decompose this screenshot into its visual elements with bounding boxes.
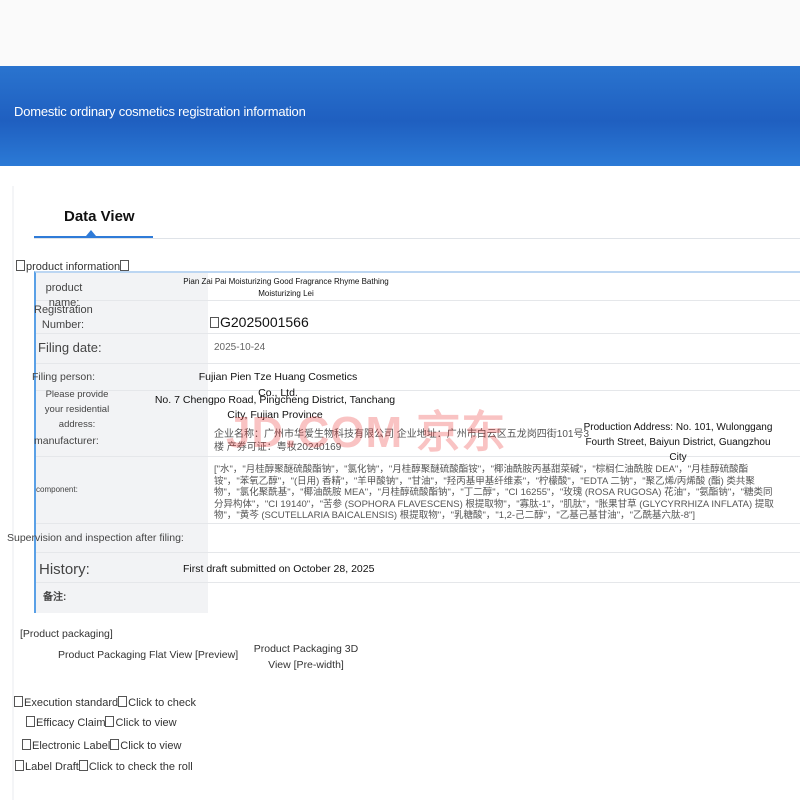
efficacy-claim-row: Efficacy Claim Click to view bbox=[26, 716, 177, 729]
header-banner: Domestic ordinary cosmetics registration… bbox=[0, 66, 800, 166]
tab-caret-icon bbox=[86, 230, 96, 236]
product-packaging-section: [Product packaging] bbox=[20, 628, 113, 640]
execution-standard-row: Execution standard Click to check bbox=[14, 696, 196, 709]
page-title: Domestic ordinary cosmetics registration… bbox=[14, 104, 306, 119]
row-divider bbox=[36, 300, 800, 301]
component-value: ["水"，"月桂醇聚醚硫酸酯钠"，"氯化钠"，"月桂醇聚醚硫酸酯铵"，"椰油酰胺… bbox=[214, 464, 774, 521]
bracket-icon bbox=[22, 739, 31, 750]
bracket-icon bbox=[105, 716, 115, 727]
row-divider bbox=[36, 523, 800, 524]
row-divider bbox=[36, 390, 800, 391]
label-draft-row: Label Draft Click to check the roll bbox=[15, 760, 193, 773]
unrendered-glyph-icon bbox=[210, 317, 219, 328]
remarks-label: 备注: bbox=[43, 592, 67, 603]
registration-number-label: Registration Number: bbox=[34, 304, 93, 331]
packaging-3d-view-link[interactable]: Product Packaging 3D View [Pre-width] bbox=[246, 641, 366, 673]
row-divider bbox=[36, 333, 800, 334]
history-label: History: bbox=[39, 561, 90, 578]
top-blank-area bbox=[0, 0, 800, 66]
bracket-icon bbox=[15, 760, 24, 771]
filing-date-label: Filing date: bbox=[38, 340, 102, 355]
bracket-icon bbox=[14, 696, 23, 707]
bracket-icon bbox=[110, 739, 120, 750]
jd-watermark: JD.COM 京东 bbox=[226, 408, 507, 457]
filing-date-value: 2025-10-24 bbox=[214, 342, 266, 353]
packaging-flat-view-link[interactable]: Product Packaging Flat View [Preview] bbox=[58, 649, 238, 661]
product-name-value: Pian Zai Pai Moisturizing Good Fragrance… bbox=[183, 277, 389, 298]
row-divider bbox=[36, 363, 800, 364]
supervision-label: Supervision and inspection after filing: bbox=[7, 532, 184, 544]
bracket-left-icon bbox=[16, 260, 25, 271]
electronic-label-row: Electronic Label Click to view bbox=[22, 739, 181, 752]
row-divider bbox=[36, 582, 800, 583]
tab-data-view[interactable]: Data View bbox=[64, 208, 135, 225]
bracket-icon bbox=[118, 696, 128, 707]
row-divider bbox=[36, 552, 800, 553]
electronic-label-link[interactable]: Click to view bbox=[120, 740, 181, 752]
execution-standard-link[interactable]: Click to check bbox=[128, 697, 196, 709]
bracket-right-icon bbox=[120, 260, 130, 271]
production-address: Production Address: No. 101, Wulonggang … bbox=[583, 422, 773, 463]
component-label: component: bbox=[36, 485, 78, 494]
tab-divider bbox=[34, 238, 800, 239]
filing-person-label: Filing person: bbox=[32, 371, 96, 383]
history-value: First draft submitted on October 28, 202… bbox=[183, 563, 375, 575]
efficacy-claim-link[interactable]: Click to view bbox=[115, 717, 176, 729]
bracket-icon bbox=[78, 760, 88, 771]
manufacturer-label: manufacturer: bbox=[34, 435, 99, 447]
registration-number-value: G2025001566 bbox=[210, 314, 309, 330]
bracket-icon bbox=[26, 716, 35, 727]
label-draft-link[interactable]: Click to check the roll bbox=[89, 761, 193, 773]
address-label: Please provide your residential address: bbox=[44, 389, 110, 430]
